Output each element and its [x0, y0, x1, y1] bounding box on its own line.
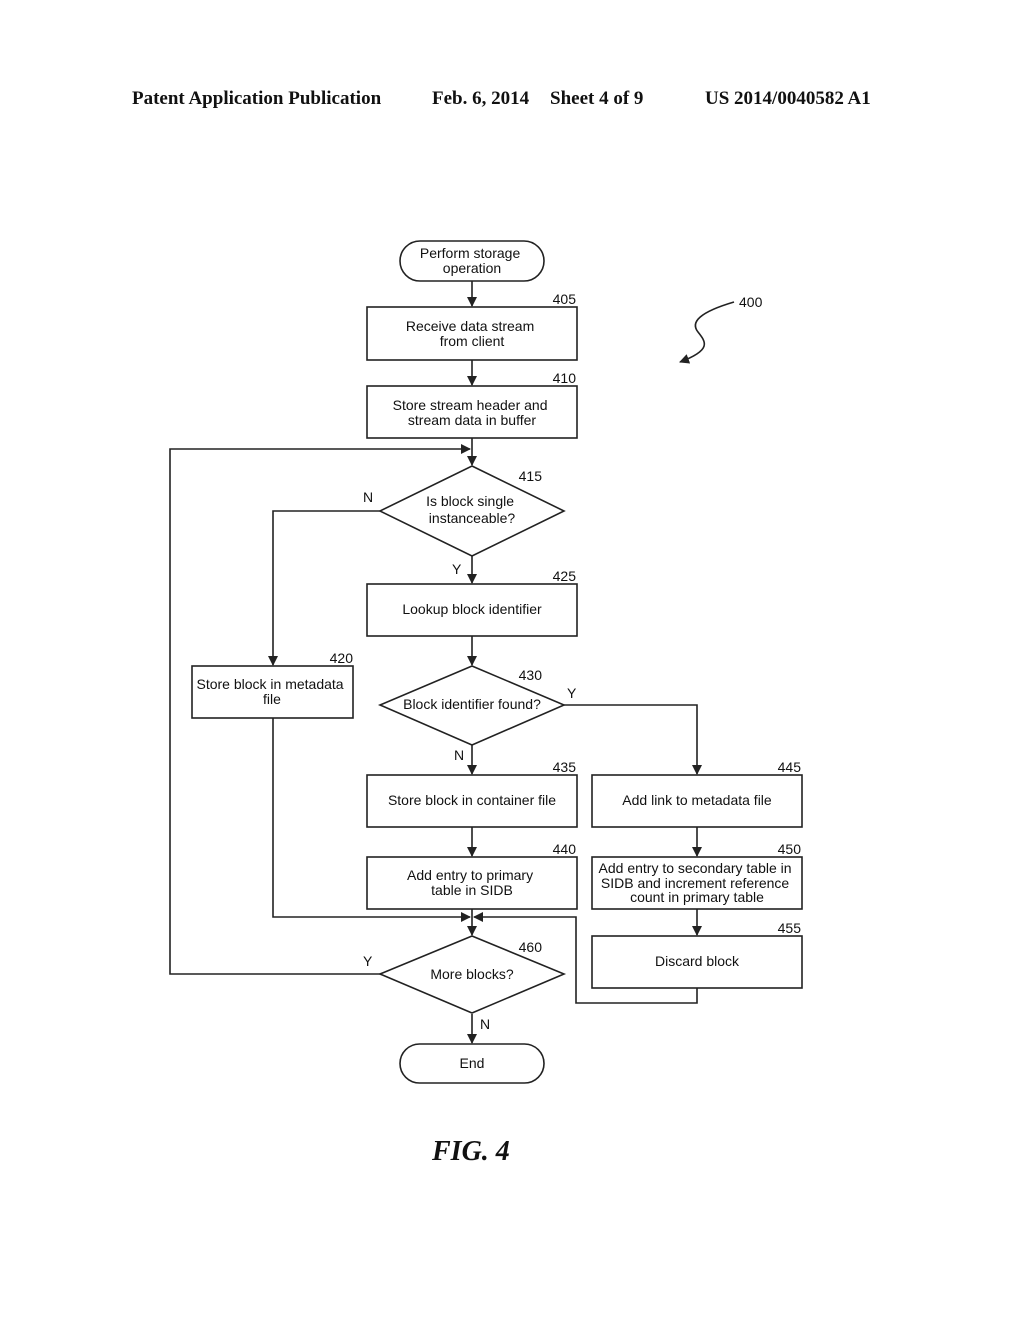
- figure-ref-400: 400: [679, 294, 763, 364]
- label-430-no: N: [454, 747, 464, 763]
- label-460-yes: Y: [363, 953, 373, 969]
- ref-number: 435: [553, 759, 577, 775]
- ref-number: 420: [330, 650, 354, 666]
- ref-number: 445: [778, 759, 802, 775]
- ref-number: 455: [778, 920, 802, 936]
- ref-number: 440: [553, 841, 577, 857]
- edge-415-420-no: [268, 510, 380, 666]
- ref-number: 405: [553, 291, 577, 307]
- node-text: Lookup block identifier: [402, 601, 542, 617]
- node-text: More blocks?: [430, 966, 513, 982]
- ref-number: 460: [519, 939, 543, 955]
- node-text: Add link to metadata file: [622, 792, 772, 808]
- figure-pointer-arrow: [679, 301, 735, 364]
- flowchart: 400 N Y Y N Y N Perform storage operatio…: [169, 240, 803, 1084]
- node-end: End: [399, 1043, 545, 1084]
- ref-number: 430: [519, 667, 543, 683]
- ref-number: 425: [553, 568, 577, 584]
- node-415-single-instanceable-decision: 415 Is block single instanceable?: [378, 465, 566, 557]
- node-text: Is block single instanceable?: [426, 493, 518, 526]
- node-460-more-blocks-decision: 460 More blocks?: [377, 935, 567, 1014]
- node-text: Discard block: [655, 953, 740, 969]
- label-415-no: N: [363, 489, 373, 505]
- node-text: End: [460, 1055, 485, 1071]
- label-430-yes: Y: [567, 685, 577, 701]
- label-460-no: N: [480, 1016, 490, 1032]
- ref-number: 410: [553, 370, 577, 386]
- ref-number: 415: [519, 468, 543, 484]
- figure-caption: FIG. 4: [432, 1136, 510, 1167]
- node-text: Store stream header and stream data in b…: [393, 397, 552, 428]
- node-start: Perform storage operation: [399, 240, 545, 282]
- node-text: Store block in container file: [388, 792, 556, 808]
- label-415-yes: Y: [452, 561, 462, 577]
- ref-number: 450: [778, 841, 802, 857]
- node-430-identifier-found-decision: 430 Block identifier found?: [377, 665, 567, 746]
- figure-ref-text: 400: [739, 294, 763, 310]
- edge-430-445-yes: [564, 704, 702, 775]
- node-text: Block identifier found?: [403, 696, 541, 712]
